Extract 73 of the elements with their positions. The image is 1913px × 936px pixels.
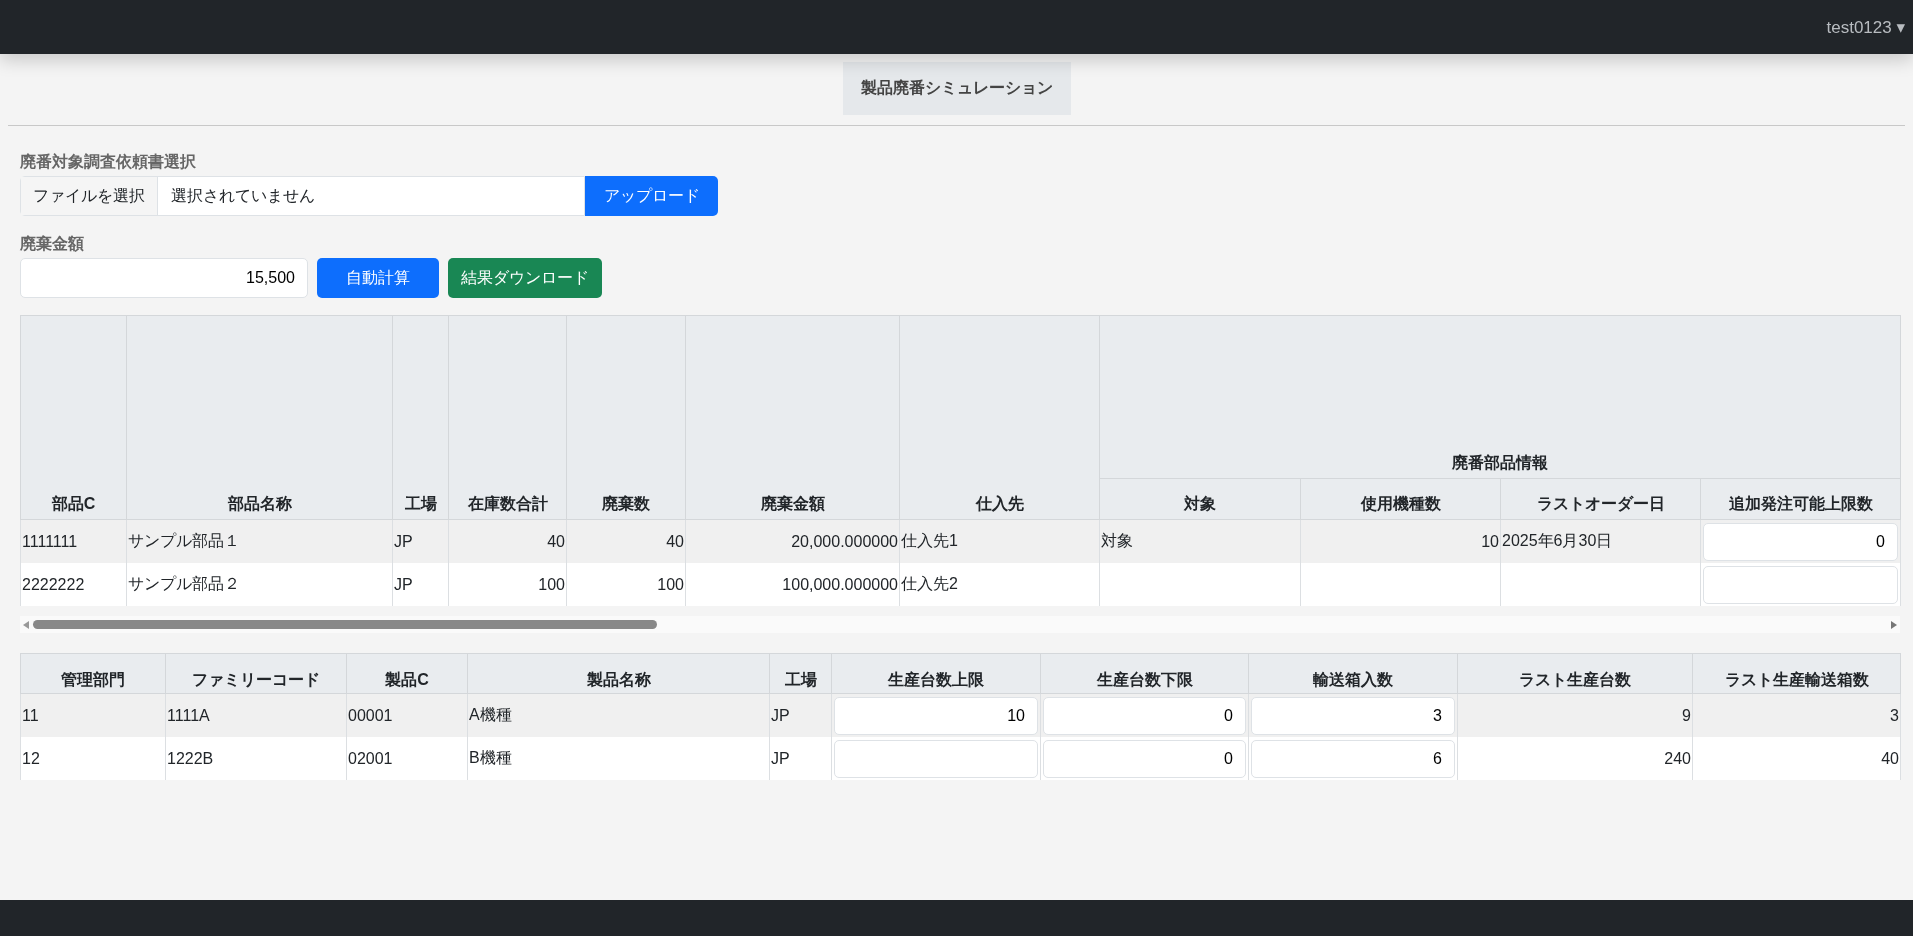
number-field[interactable]: 0: [1703, 522, 1898, 561]
number-field[interactable]: [1703, 565, 1898, 604]
table-cell: 1111111: [20, 519, 127, 563]
file-status: 選択されていません: [170, 185, 316, 206]
table-cell: 100,000.000000: [685, 563, 900, 606]
table-cell: JP: [769, 693, 832, 737]
table-cell: JP: [769, 737, 832, 780]
column-header: 工場: [769, 653, 832, 694]
column-header: ファミリーコード: [165, 653, 347, 694]
table-cell: サンプル部品２: [126, 563, 393, 606]
column-header: 使用機種数: [1300, 478, 1501, 520]
number-field[interactable]: 10: [834, 696, 1038, 735]
table-cell: 100: [448, 563, 567, 606]
number-field[interactable]: 3: [1251, 696, 1455, 735]
table-cell: A機種: [467, 693, 770, 737]
file-input[interactable]: ファイルを選択 選択されていません: [20, 176, 585, 216]
field-label: 廃棄金額: [20, 234, 85, 254]
page-title: 製品廃番シミュレーション: [842, 62, 1071, 115]
table-cell: 2025年6月30日: [1500, 519, 1701, 563]
table-cell: 12: [20, 737, 166, 780]
table-cell: 2222222: [20, 563, 127, 606]
auto-calc-button[interactable]: 自動計算: [317, 258, 439, 298]
column-header: 製品名称: [467, 653, 770, 694]
number-field[interactable]: 0: [1043, 696, 1246, 735]
table-cell: 1222B: [165, 737, 347, 780]
column-header: 輸送箱入数: [1248, 653, 1458, 694]
column-header: 生産台数上限: [831, 653, 1041, 694]
table-cell: 仕入先1: [899, 519, 1100, 563]
column-header: 生産台数下限: [1040, 653, 1249, 694]
table-cell: 40: [566, 519, 686, 563]
column-header: 製品C: [346, 653, 468, 694]
table-cell: 40: [1692, 737, 1901, 780]
column-header: 追加発注可能上限数: [1700, 478, 1901, 520]
upload-button[interactable]: アップロード: [585, 176, 718, 216]
number-field[interactable]: 6: [1251, 739, 1455, 778]
table-cell: JP: [392, 519, 449, 563]
column-header: 管理部門: [20, 653, 166, 694]
column-header: 対象: [1099, 478, 1301, 520]
column-header: 仕入先: [899, 315, 1100, 520]
column-header: ラスト生産台数: [1457, 653, 1693, 694]
table-cell: 00001: [346, 693, 468, 737]
column-header: 部品名称: [126, 315, 393, 520]
field-label: 廃番対象調査依頼書選択: [20, 152, 197, 172]
table-cell: 11: [20, 693, 166, 737]
column-header: 廃棄数: [566, 315, 686, 520]
horizontal-scrollbar[interactable]: [20, 616, 1900, 633]
table-cell: B機種: [467, 737, 770, 780]
table-cell: 20,000.000000: [685, 519, 900, 563]
choose-file-button[interactable]: ファイルを選択: [21, 177, 158, 215]
table-cell: 240: [1457, 737, 1693, 780]
table-cell: 02001: [346, 737, 468, 780]
user-menu[interactable]: test0123 ▾: [1826, 16, 1905, 38]
number-field[interactable]: 0: [1043, 739, 1246, 778]
table-cell: 10: [1300, 519, 1501, 563]
table-cell: サンプル部品１: [126, 519, 393, 563]
table-cell: 100: [566, 563, 686, 606]
group-header: 廃番部品情報: [1099, 315, 1901, 479]
column-header: 在庫数合計: [448, 315, 567, 520]
number-field[interactable]: [834, 739, 1038, 778]
table-cell: 仕入先2: [899, 563, 1100, 606]
table-cell: JP: [392, 563, 449, 606]
column-header: 部品C: [20, 315, 127, 520]
table-cell: 1111A: [165, 693, 347, 737]
table-cell: 3: [1692, 693, 1901, 737]
download-button[interactable]: 結果ダウンロード: [448, 258, 602, 298]
amount-field[interactable]: 15,500: [20, 258, 308, 298]
column-header: 工場: [392, 315, 449, 520]
column-header: ラストオーダー日: [1500, 478, 1701, 520]
table-cell: 40: [448, 519, 567, 563]
column-header: 廃棄金額: [685, 315, 900, 520]
column-header: ラスト生産輸送箱数: [1692, 653, 1901, 694]
table-cell: 対象: [1099, 519, 1301, 563]
table-cell: 9: [1457, 693, 1693, 737]
